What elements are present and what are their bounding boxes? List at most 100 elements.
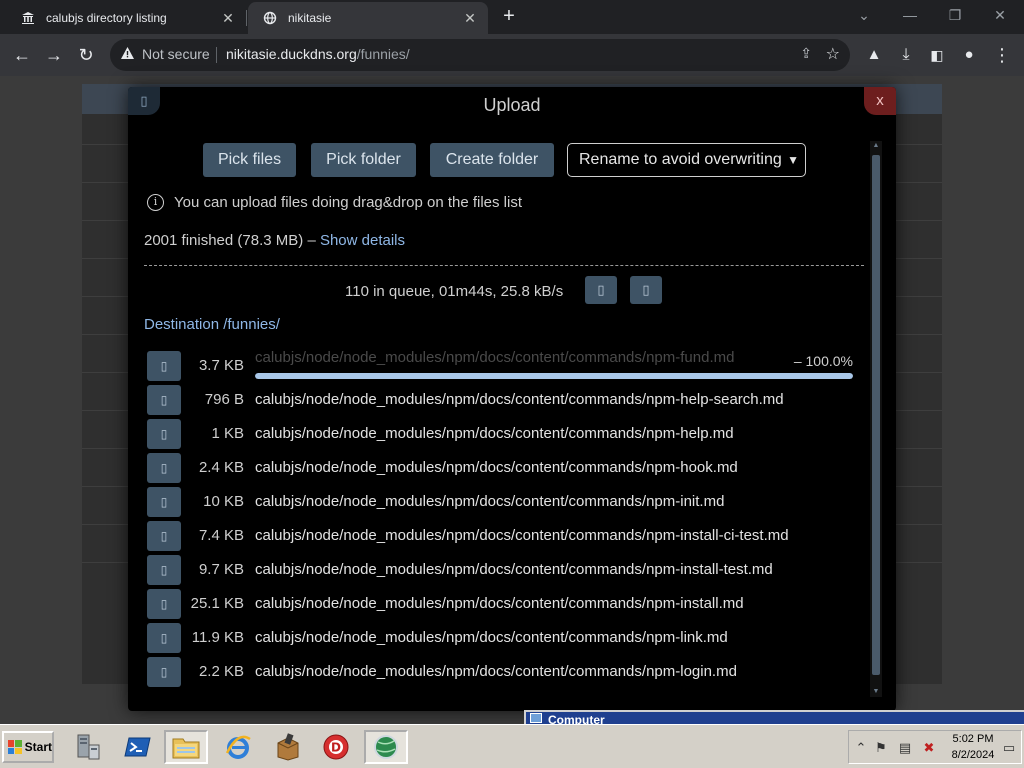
divider <box>144 265 864 266</box>
file-path: calubjs/node/node_modules/npm/docs/conte… <box>255 561 773 578</box>
flask-icon[interactable]: ▲ <box>861 42 887 68</box>
tab-search-icon[interactable]: ⌄ <box>850 4 878 26</box>
show-hidden-icons-icon[interactable]: ⌃ <box>853 740 869 756</box>
cancel-queue-icon[interactable]: ▯ <box>630 276 662 304</box>
remove-file-icon[interactable]: ▯ <box>147 351 181 381</box>
profile-icon[interactable]: ● <box>956 42 982 68</box>
remove-file-icon[interactable]: ▯ <box>147 453 181 483</box>
pick-files-button[interactable]: Pick files <box>203 143 296 177</box>
upload-dialog: ▯ Upload x Pick files Pick folder Create… <box>128 87 896 711</box>
network-icon[interactable]: ▤ <box>897 740 913 756</box>
forward-arrow-icon[interactable]: → <box>41 42 67 68</box>
menu-kebab-icon[interactable]: ⋮ <box>989 42 1015 68</box>
restore-icon[interactable]: ❐ <box>941 4 969 26</box>
bookmark-star-icon[interactable]: ☆ <box>826 44 840 64</box>
summary-separator: – <box>307 232 316 249</box>
computer-window[interactable]: Computer <box>524 710 1024 724</box>
remove-file-icon[interactable]: ▯ <box>147 385 181 415</box>
windows-flag-icon <box>8 740 22 754</box>
dialog-title: Upload <box>483 95 541 115</box>
tab-separator <box>246 10 247 26</box>
show-desktop-icon[interactable]: ▭ <box>1001 740 1017 756</box>
action-center-flag-icon[interactable]: ⚑ <box>873 740 889 756</box>
file-size: 9.7 KB <box>198 561 244 578</box>
explorer-folder-icon[interactable] <box>164 730 208 764</box>
address-bar[interactable]: Not secure nikitasie.duckdns.org/funnies… <box>110 39 850 71</box>
remove-file-icon[interactable]: ▯ <box>147 555 181 585</box>
file-path: calubjs/node/node_modules/npm/docs/conte… <box>255 595 744 612</box>
warning-triangle-icon[interactable] <box>120 46 136 62</box>
volume-muted-icon[interactable]: ✖ <box>921 740 937 756</box>
upload-file-row: ▯ 3.7 KB calubjs/node/node_modules/npm/doc… <box>147 349 857 383</box>
window-close-icon[interactable]: ✕ <box>986 4 1014 26</box>
upload-file-row: ▯ 10 KB calubjs/node/node_modules/npm/docs… <box>147 487 857 519</box>
scrollbar[interactable]: ▲ ▼ <box>870 141 882 697</box>
drag-drop-tip: i You can upload files doing drag&drop o… <box>147 194 522 211</box>
d-app-icon[interactable]: D <box>314 730 358 764</box>
file-size: 2.2 KB <box>198 663 244 680</box>
globe-icon <box>262 10 278 26</box>
file-size: 1 KB <box>211 425 244 442</box>
remove-file-icon[interactable]: ▯ <box>147 589 181 619</box>
close-icon[interactable]: ✕ <box>460 10 480 27</box>
select-value: Rename to avoid overwriting <box>579 151 782 168</box>
file-size: 10 KB <box>203 493 244 510</box>
svg-text:D: D <box>331 741 341 755</box>
tip-text: You can upload files doing drag&drop on … <box>174 194 523 211</box>
tab-directory-listing[interactable]: calubjs directory listing ✕ <box>6 2 246 34</box>
system-tray: ⌃ ⚑ ▤ ✖ 5:02 PM 8/2/2024 ▭ <box>848 730 1022 764</box>
download-icon[interactable]: ⤓ <box>893 42 919 68</box>
remove-file-icon[interactable]: ▯ <box>147 419 181 449</box>
remove-file-icon[interactable]: ▯ <box>147 521 181 551</box>
minimize-icon[interactable]: — <box>896 4 924 26</box>
upload-file-row: ▯ 11.9 KB calubjs/node/node_modules/npm/do… <box>147 623 857 655</box>
pick-folder-button[interactable]: Pick folder <box>311 143 416 177</box>
create-folder-button[interactable]: Create folder <box>430 143 554 177</box>
file-size: 7.4 KB <box>198 527 244 544</box>
start-button[interactable]: Start <box>2 731 54 763</box>
overwrite-mode-select[interactable]: Rename to avoid overwriting ▼ <box>567 143 806 177</box>
upload-progress-fill <box>255 373 853 379</box>
new-tab-button[interactable]: + <box>498 6 520 28</box>
start-label: Start <box>24 740 52 754</box>
pause-queue-icon[interactable]: ▯ <box>585 276 617 304</box>
server-manager-icon[interactable] <box>66 730 110 764</box>
tab-title: calubjs directory listing <box>46 11 167 25</box>
upload-summary: 2001 finished (78.3 MB) – Show details <box>144 232 405 249</box>
remove-file-icon[interactable]: ▯ <box>147 657 181 687</box>
tab-nikitasie[interactable]: nikitasie ✕ <box>248 2 488 34</box>
file-size: 11.9 KB <box>191 629 244 646</box>
network-globe-icon[interactable] <box>364 730 408 764</box>
powershell-icon[interactable] <box>116 730 160 764</box>
internet-explorer-icon[interactable] <box>216 730 260 764</box>
file-path: calubjs/node/node_modules/npm/docs/conte… <box>255 425 734 442</box>
close-dialog-button[interactable]: x <box>864 87 896 115</box>
taskbar: Start D ⌃ ⚑ ▤ ✖ 5:02 PM 8/2/2024 ▭ <box>0 724 1024 768</box>
scrollbar-thumb[interactable] <box>872 155 880 675</box>
security-status[interactable]: Not secure <box>142 46 210 62</box>
side-panel-icon[interactable]: ◧ <box>924 42 950 68</box>
file-path: calubjs/node/node_modules/npm/docs/conte… <box>255 527 789 544</box>
clock-time[interactable]: 5:02 PM <box>951 733 995 745</box>
clock-date[interactable]: 8/2/2024 <box>949 749 997 761</box>
upload-file-row: ▯ 9.7 KB calubjs/node/node_modules/npm/doc… <box>147 555 857 587</box>
url-text[interactable]: nikitasie.duckdns.org/funnies/ <box>226 46 410 62</box>
computer-icon <box>530 713 542 723</box>
queue-status: 110 in queue, 01m44s, 25.8 kB/s <box>345 283 564 300</box>
archive-box-icon[interactable] <box>266 730 310 764</box>
remove-file-icon[interactable]: ▯ <box>147 487 181 517</box>
close-icon[interactable]: ✕ <box>218 10 238 27</box>
scroll-up-icon[interactable]: ▲ <box>870 141 882 151</box>
address-divider <box>216 47 217 63</box>
file-path: calubjs/node/node_modules/npm/docs/conte… <box>255 391 784 408</box>
browser-toolbar: ← → ↻ Not secure nikitasie.duckdns.org/f… <box>0 34 1024 76</box>
reload-icon[interactable]: ↻ <box>73 42 99 68</box>
info-icon: i <box>147 194 164 211</box>
scroll-down-icon[interactable]: ▼ <box>870 687 882 697</box>
upload-progress-bar <box>255 373 853 379</box>
back-arrow-icon[interactable]: ← <box>9 42 35 68</box>
share-icon[interactable]: ⇪ <box>800 45 812 62</box>
remove-file-icon[interactable]: ▯ <box>147 623 181 653</box>
upload-file-row: ▯ 796 B calubjs/node/node_modules/npm/docs… <box>147 385 857 417</box>
show-details-link[interactable]: Show details <box>320 232 405 249</box>
